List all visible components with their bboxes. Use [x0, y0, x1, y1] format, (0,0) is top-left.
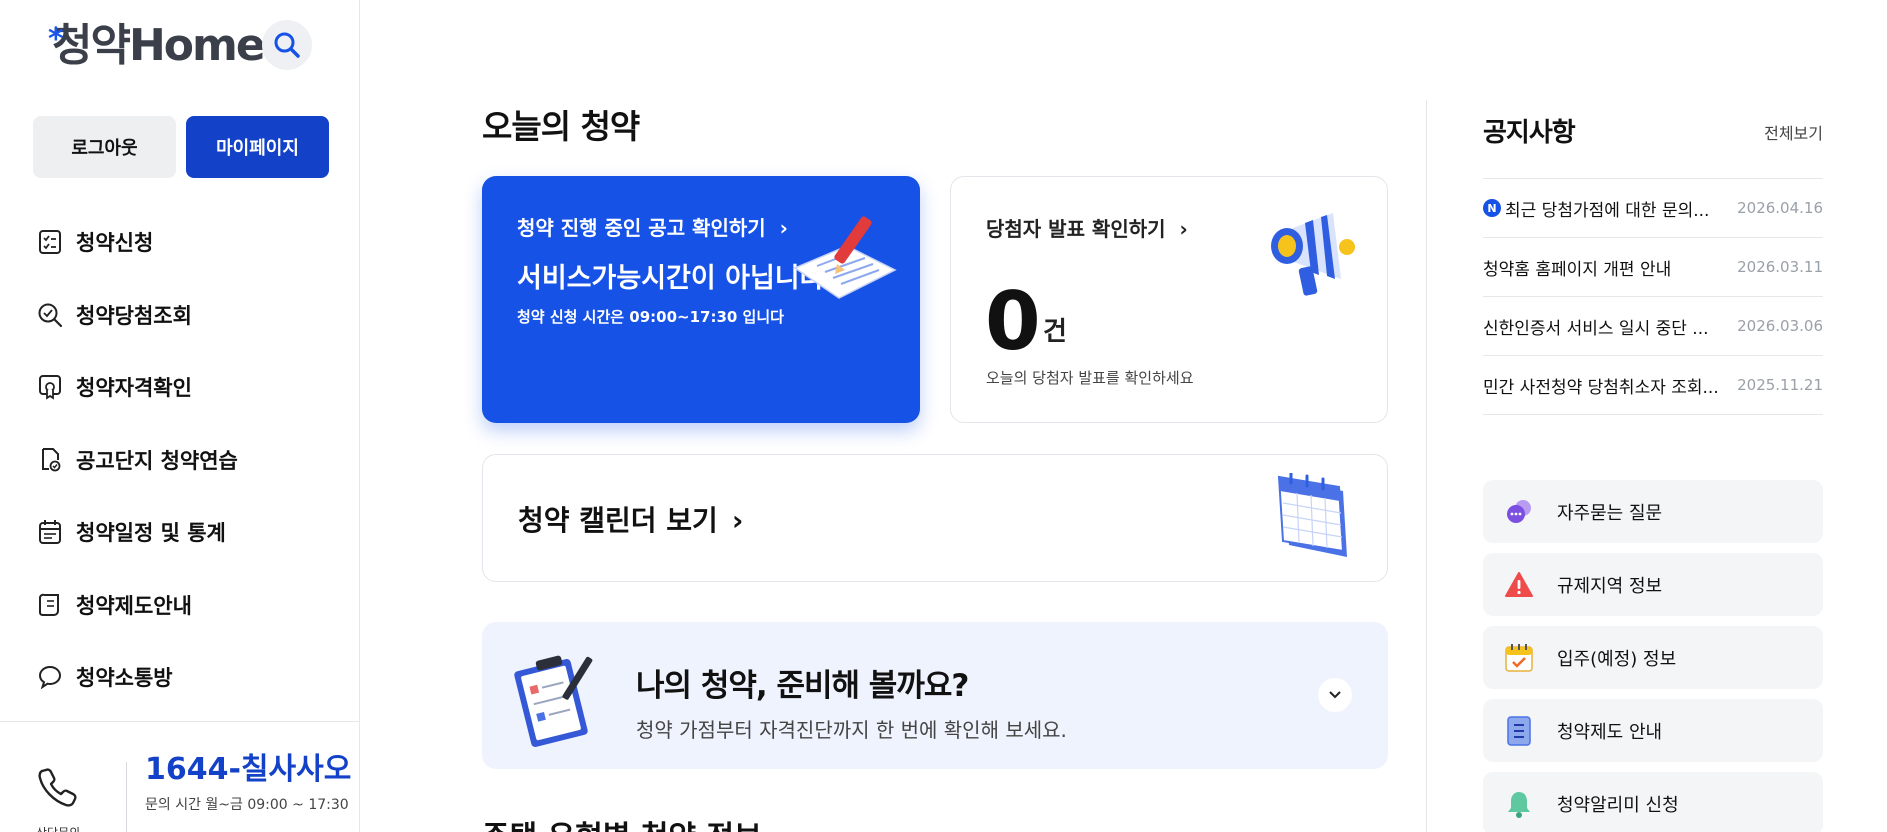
- notice-item[interactable]: 민간 사전청약 당첨취소자 조회... 2025.11.21: [1483, 356, 1823, 415]
- sidebar-item-label: 청약제도안내: [76, 593, 192, 618]
- winner-count-unit: 건: [1043, 317, 1067, 347]
- scroll-icon: [36, 591, 64, 619]
- sidebar-item-label: 청약일정 및 통계: [76, 521, 226, 546]
- notice-item-date: 2026.03.06: [1737, 317, 1823, 335]
- quick-link-move-in[interactable]: 입주(예정) 정보: [1483, 626, 1823, 689]
- winner-card-note: 오늘의 당첨자 발표를 확인하세요: [986, 369, 1194, 387]
- notice-view-all-link[interactable]: 전체보기: [1764, 120, 1823, 144]
- sidebar-item-eligibility[interactable]: 청약자격확인: [36, 351, 238, 424]
- apply-card-title: 청약 진행 중인 공고 확인하기 ›: [517, 216, 788, 240]
- right-panel: 공지사항 전체보기 N 최근 당첨가점에 대한 문의... 2026.04.16 …: [1483, 0, 1823, 832]
- sidebar-menu: 청약신청 청약당첨조회 청약자격확인 공고단지 청약연습 청약일정 및 통계 청…: [36, 206, 238, 714]
- practice-icon: [36, 446, 64, 474]
- sidebar-divider: [0, 721, 360, 722]
- chevron-right-icon: ›: [731, 504, 744, 537]
- logo-star-icon: *: [48, 22, 64, 57]
- sidebar-item-apply[interactable]: 청약신청: [36, 206, 238, 279]
- notice-list: N 최근 당첨가점에 대한 문의... 2026.04.16 청약홈 홈페이지 개…: [1483, 178, 1823, 415]
- chevron-down-icon: [1329, 691, 1341, 699]
- apply-card-note: 청약 신청 시간은 09:00~17:30 입니다: [517, 308, 784, 326]
- certificate-icon: [36, 373, 64, 401]
- sidebar-item-schedule-stats[interactable]: 청약일정 및 통계: [36, 496, 238, 569]
- expand-toggle-button[interactable]: [1318, 678, 1352, 712]
- notice-item[interactable]: 신한인증서 서비스 일시 중단 ... 2026.03.06: [1483, 297, 1823, 356]
- page-title: 오늘의 청약: [482, 107, 640, 146]
- chevron-right-icon: ›: [1179, 217, 1188, 241]
- calendar-card-title: 청약 캘린더 보기 ›: [518, 504, 744, 537]
- form-pencil-icon: [793, 216, 897, 299]
- quick-link-label: 규제지역 정보: [1557, 575, 1663, 597]
- notice-item-title: 청약홈 홈페이지 개편 안내: [1483, 259, 1672, 280]
- megaphone-icon: [1271, 213, 1355, 296]
- next-section-title: 주택 유형별 청약 정보: [482, 812, 762, 832]
- clipboard-pen-icon: [514, 655, 593, 748]
- sidebar-item-community[interactable]: 청약소통방: [36, 641, 238, 714]
- notice-item-title: 민간 사전청약 당첨취소자 조회...: [1483, 377, 1719, 398]
- winner-card-title: 당첨자 발표 확인하기 ›: [986, 217, 1188, 241]
- warning-icon: [1503, 569, 1535, 601]
- column-divider: [1426, 100, 1427, 832]
- chat-bubble-icon: [36, 663, 64, 691]
- winner-count: 0: [985, 275, 1041, 368]
- sidebar-item-label: 청약신청: [76, 231, 154, 256]
- winner-announcement-card[interactable]: 당첨자 발표 확인하기 › 0 건 오늘의 당첨자 발표를 확인하세요: [950, 176, 1388, 423]
- sidebar-item-label: 청약소통방: [76, 666, 173, 691]
- phone-icon: [38, 768, 77, 807]
- calendar-card[interactable]: 청약 캘린더 보기 ›: [482, 454, 1388, 582]
- quick-link-faq[interactable]: 자주묻는 질문: [1483, 480, 1823, 543]
- checklist-icon: [36, 228, 64, 256]
- quick-links: 자주묻는 질문 규제지역 정보 입주(예정) 정보 청약제도 안내 청약알리미 …: [1483, 480, 1823, 832]
- phone-button[interactable]: 상담문의: [36, 750, 92, 832]
- prepare-card-title: 나의 청약, 준비해 볼까요?: [636, 668, 969, 704]
- logout-button[interactable]: 로그아웃: [33, 116, 176, 178]
- notice-item[interactable]: 청약홈 홈페이지 개편 안내 2026.03.11: [1483, 238, 1823, 297]
- bell-icon: [1503, 788, 1535, 820]
- notice-item-date: 2025.11.21: [1737, 376, 1823, 394]
- sidebar-item-practice[interactable]: 공고단지 청약연습: [36, 424, 238, 497]
- notice-item-title: 신한인증서 서비스 일시 중단 ...: [1483, 318, 1709, 339]
- mypage-button[interactable]: 마이페이지: [186, 116, 329, 178]
- sidebar: * 청약Home 로그아웃 마이페이지 청약신청 청약당첨조회 청약자격확인 공…: [0, 0, 360, 832]
- sidebar-item-winner-lookup[interactable]: 청약당첨조회: [36, 279, 238, 352]
- contact-number: 1644-칠사사오: [145, 752, 352, 787]
- search-check-icon: [36, 301, 64, 329]
- contact-divider: [126, 762, 127, 832]
- logo-text: 청약Home: [52, 20, 266, 71]
- quick-link-label: 청약제도 안내: [1557, 721, 1663, 743]
- quick-link-label: 입주(예정) 정보: [1557, 648, 1677, 670]
- quick-link-alert-signup[interactable]: 청약알리미 신청: [1483, 772, 1823, 832]
- main-content: 오늘의 청약 청약 진행 중인 공고 확인하기 › 서비스가능시간이 아닙니다 청…: [480, 0, 1390, 832]
- sidebar-item-system-guide[interactable]: 청약제도안내: [36, 569, 238, 642]
- prepare-card[interactable]: 나의 청약, 준비해 볼까요? 청약 가점부터 자격진단까지 한 번에 확인해 …: [482, 622, 1388, 769]
- phone-label: 상담문의: [36, 824, 80, 832]
- quick-link-label: 자주묻는 질문: [1557, 502, 1663, 524]
- document-icon: [1503, 715, 1535, 747]
- quick-link-label: 청약알리미 신청: [1557, 794, 1679, 816]
- notice-item-title: 최근 당첨가점에 대한 문의...: [1505, 200, 1710, 221]
- move-in-calendar-icon: [1503, 642, 1535, 674]
- contact-hours: 문의 시간 월~금 09:00 ~ 17:30: [145, 797, 349, 813]
- logo: * 청약Home: [48, 18, 266, 74]
- schedule-calendar-icon: [1277, 473, 1347, 557]
- contact-info: 상담문의 1644-칠사사오 문의 시간 월~금 09:00 ~ 17:30: [36, 750, 351, 832]
- notice-item[interactable]: N 최근 당첨가점에 대한 문의... 2026.04.16: [1483, 179, 1823, 238]
- prepare-card-subtitle: 청약 가점부터 자격진단까지 한 번에 확인해 보세요.: [636, 718, 1067, 742]
- notice-item-date: 2026.03.11: [1737, 258, 1823, 276]
- logo-link[interactable]: * 청약Home: [48, 18, 266, 74]
- apply-card-status: 서비스가능시간이 아닙니다: [517, 263, 825, 294]
- sidebar-item-label: 청약당첨조회: [76, 303, 192, 328]
- search-icon: [274, 32, 300, 58]
- apply-notice-card[interactable]: 청약 진행 중인 공고 확인하기 › 서비스가능시간이 아닙니다 청약 신청 시간…: [482, 176, 920, 423]
- sidebar-item-label: 청약자격확인: [76, 376, 192, 401]
- quick-link-regulated-area[interactable]: 규제지역 정보: [1483, 553, 1823, 616]
- notice-title: 공지사항: [1483, 118, 1576, 148]
- sidebar-item-label: 공고단지 청약연습: [76, 448, 238, 473]
- quick-link-system-guide[interactable]: 청약제도 안내: [1483, 699, 1823, 762]
- new-badge: N: [1483, 199, 1501, 217]
- faq-chat-icon: [1503, 496, 1535, 528]
- search-button[interactable]: [262, 20, 312, 70]
- notice-item-date: 2026.04.16: [1737, 199, 1823, 217]
- calendar-icon: [36, 518, 64, 546]
